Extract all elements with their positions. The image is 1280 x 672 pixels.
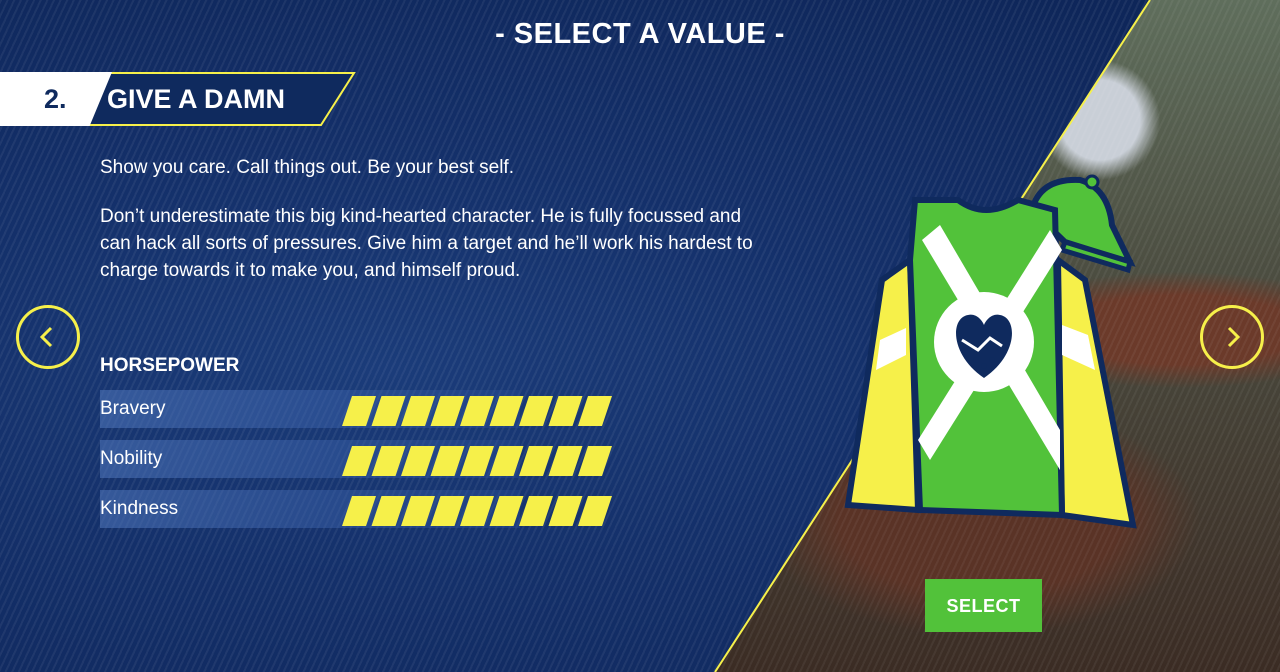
stat-segment <box>342 396 376 426</box>
stat-segment <box>578 496 612 526</box>
stat-segment <box>371 396 406 426</box>
stat-segment <box>342 496 376 526</box>
stat-segment <box>401 446 435 476</box>
value-tagline: Show you care. Call things out. Be your … <box>100 157 514 178</box>
stat-segment <box>519 446 553 476</box>
stat-segment <box>548 396 583 426</box>
stat-label: Kindness <box>100 498 179 519</box>
stat-segment <box>430 446 465 476</box>
value-header: 2. GIVE A DAMN <box>0 72 360 126</box>
stat-segment <box>548 496 583 526</box>
stat-row-kindness: Kindness <box>100 490 612 528</box>
stat-segment <box>401 396 435 426</box>
stat-segment <box>342 446 376 476</box>
chevron-left-icon <box>39 326 53 348</box>
stat-segment <box>548 446 583 476</box>
horsepower-title: HORSEPOWER <box>100 355 240 376</box>
stat-segment <box>489 396 524 426</box>
select-button[interactable]: SELECT <box>925 579 1042 632</box>
previous-button[interactable] <box>16 305 80 369</box>
stat-segment <box>371 496 406 526</box>
stat-segment <box>578 446 612 476</box>
stat-segment <box>460 496 494 526</box>
next-button[interactable] <box>1200 305 1264 369</box>
stat-segment <box>519 396 553 426</box>
stat-meter <box>342 446 612 476</box>
stat-segment <box>460 446 494 476</box>
chevron-right-icon <box>1227 326 1241 348</box>
stat-segment <box>489 496 524 526</box>
value-description: Don’t underestimate this big kind-hearte… <box>100 206 753 281</box>
stat-segment <box>489 446 524 476</box>
stat-meter <box>342 496 612 526</box>
stat-row-nobility: Nobility <box>100 440 612 478</box>
stat-meter <box>342 396 612 426</box>
value-name: GIVE A DAMN <box>107 84 286 114</box>
stat-segment <box>401 496 435 526</box>
stat-label: Bravery <box>100 398 166 419</box>
stat-segment <box>578 396 612 426</box>
stat-segment <box>460 396 494 426</box>
page-title: - SELECT A VALUE - <box>495 18 785 50</box>
stat-segment <box>430 396 465 426</box>
jockey-silks <box>844 174 1137 529</box>
stat-segment <box>519 496 553 526</box>
stat-segment <box>430 496 465 526</box>
stat-label: Nobility <box>100 448 163 469</box>
stat-segment <box>371 446 406 476</box>
stat-row-bravery: Bravery <box>100 390 612 428</box>
